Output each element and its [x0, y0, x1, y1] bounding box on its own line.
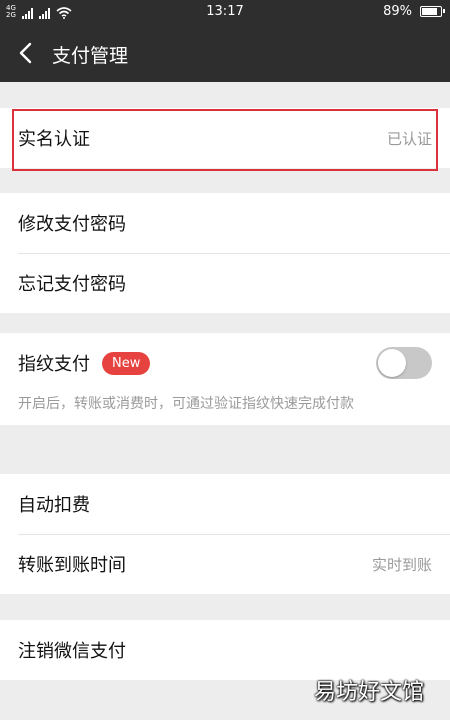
- forgot-password-label: 忘记支付密码: [18, 274, 126, 295]
- battery-fill: [422, 8, 437, 15]
- transfer-time-value: 实时到账: [371, 555, 432, 574]
- nav-bar: 支付管理: [0, 24, 450, 82]
- fingerprint-toggle[interactable]: [376, 347, 432, 379]
- change-password-label: 修改支付密码: [18, 214, 126, 235]
- fingerprint-row: 指纹支付 New: [0, 333, 450, 393]
- new-badge: New: [102, 351, 151, 375]
- status-bar: 4G 2G 13:17 89%: [0, 0, 450, 24]
- forgot-password-row[interactable]: 忘记支付密码: [0, 253, 450, 313]
- transfer-time-label: 转账到账时间: [18, 555, 126, 576]
- watermark-text: 易坊好文馆: [313, 680, 424, 705]
- auto-deduct-row[interactable]: 自动扣费: [0, 474, 450, 534]
- fingerprint-label: 指纹支付: [18, 354, 90, 375]
- password-group: 修改支付密码 忘记支付密码: [0, 193, 450, 313]
- chevron-left-icon: [19, 42, 32, 64]
- back-button[interactable]: [10, 36, 44, 70]
- battery-icon: [420, 6, 445, 17]
- fingerprint-description: 开启后，转账或消费时，可通过验证指纹快速完成付款: [18, 396, 354, 412]
- transfer-time-row[interactable]: 转账到账时间 实时到账: [0, 534, 450, 594]
- battery-percent: 89%: [383, 4, 412, 19]
- cancel-group: 注销微信支付: [0, 620, 450, 680]
- page-title: 支付管理: [52, 45, 129, 67]
- billing-group: 自动扣费 转账到账时间 实时到账: [0, 474, 450, 594]
- change-password-row[interactable]: 修改支付密码: [0, 193, 450, 253]
- auto-deduct-label: 自动扣费: [18, 495, 90, 516]
- cancel-wechat-pay-row[interactable]: 注销微信支付: [0, 620, 450, 680]
- cancel-wechat-pay-label: 注销微信支付: [18, 641, 126, 662]
- highlight-annotation: [12, 109, 438, 171]
- toggle-knob: [378, 349, 406, 377]
- fingerprint-group: 指纹支付 New 开启后，转账或消费时，可通过验证指纹快速完成付款: [0, 333, 450, 425]
